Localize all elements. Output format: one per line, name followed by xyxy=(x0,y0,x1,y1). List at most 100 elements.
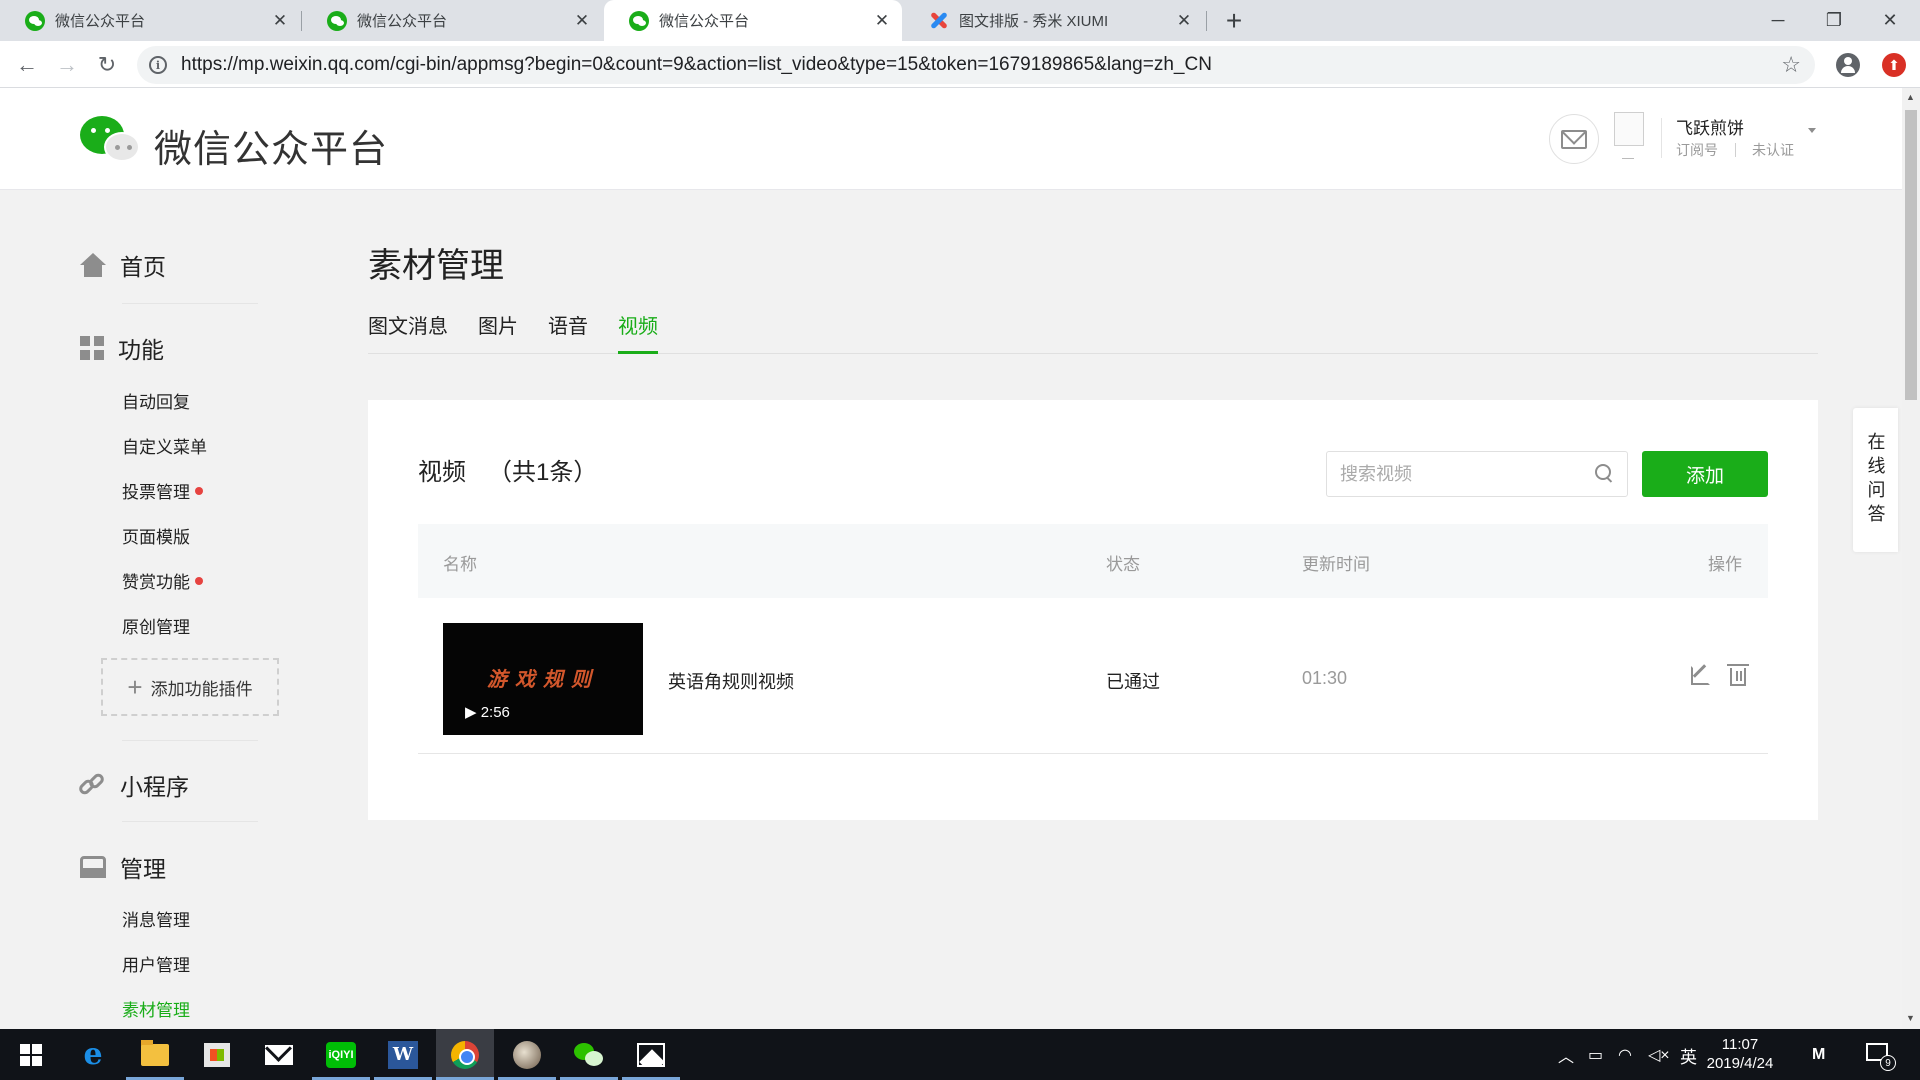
system-clock[interactable]: 11:07 2019/4/24 xyxy=(1700,1035,1780,1073)
taskbar-edge[interactable]: e xyxy=(64,1029,122,1080)
search-icon[interactable] xyxy=(1595,464,1613,482)
taskbar-word[interactable]: W xyxy=(374,1029,432,1080)
sidebar-item-custom-menu[interactable]: 自定义菜单 xyxy=(122,433,207,458)
page-title: 素材管理 xyxy=(368,247,504,285)
iqiyi-icon: iQIYI xyxy=(326,1041,356,1068)
sidebar-item-rewards[interactable]: 赞赏功能 xyxy=(122,568,203,593)
wechat-logo-icon[interactable] xyxy=(80,116,142,166)
taskbar-iqiyi[interactable]: iQIYI xyxy=(312,1029,370,1080)
address-bar[interactable]: i https://mp.weixin.qq.com/cgi-bin/appms… xyxy=(137,46,1815,84)
sidebar-item-label: 用户管理 xyxy=(122,956,190,975)
maximize-button[interactable]: ❐ xyxy=(1806,0,1862,41)
message-button[interactable] xyxy=(1549,114,1599,164)
sidebar-item-auto-reply[interactable]: 自动回复 xyxy=(122,388,190,413)
column-header-actions: 操作 xyxy=(1708,555,1742,574)
browser-tab-3-active[interactable]: 微信公众平台 ✕ xyxy=(604,0,902,41)
divider xyxy=(1622,158,1634,159)
taskbar-store[interactable] xyxy=(188,1029,246,1080)
battery-icon[interactable]: ▭ xyxy=(1588,1029,1603,1080)
link-icon xyxy=(76,771,107,798)
volume-muted-icon[interactable]: ◁× xyxy=(1648,1029,1670,1080)
video-list-card: 视频 （共1条） 添加 名称 状态 更新时间 操作 游戏规则 ▶ 2:56 英语… xyxy=(368,400,1818,820)
profile-icon[interactable] xyxy=(1836,53,1860,77)
browser-tab-2[interactable]: 微信公众平台 ✕ xyxy=(302,0,602,41)
close-tab-icon[interactable]: ✕ xyxy=(572,11,592,31)
taskbar-chrome[interactable] xyxy=(436,1029,494,1080)
page-scrollbar[interactable]: ▲ ▼ xyxy=(1902,88,1920,1029)
sidebar-item-label: 原创管理 xyxy=(122,618,190,637)
tab-articles[interactable]: 图文消息 xyxy=(368,310,448,354)
sidebar-item-originals[interactable]: 原创管理 xyxy=(122,613,190,638)
sidebar-item-voting[interactable]: 投票管理 xyxy=(122,478,203,503)
close-tab-icon[interactable]: ✕ xyxy=(872,11,892,31)
section-count: （共1条） xyxy=(488,459,598,486)
back-button[interactable]: ← xyxy=(11,49,43,81)
tab-images[interactable]: 图片 xyxy=(478,310,518,354)
account-dropdown-icon[interactable] xyxy=(1808,128,1816,133)
sidebar-item-materials[interactable]: 素材管理 xyxy=(122,996,190,1021)
scrollbar-thumb[interactable] xyxy=(1905,110,1917,400)
extension-icon[interactable]: ⬆ xyxy=(1882,53,1906,77)
table-header: 名称 状态 更新时间 操作 xyxy=(418,524,1768,598)
taskbar-photo-app[interactable] xyxy=(498,1029,556,1080)
video-thumbnail[interactable]: 游戏规则 ▶ 2:56 xyxy=(443,623,643,735)
scroll-up-icon[interactable]: ▲ xyxy=(1906,92,1915,102)
input-method-indicator[interactable]: 英 xyxy=(1680,1043,1697,1068)
wechat-favicon-icon xyxy=(25,10,45,31)
wechat-favicon-icon xyxy=(629,10,649,31)
wifi-icon[interactable]: ◠ xyxy=(1618,1029,1632,1080)
tab-audio[interactable]: 语音 xyxy=(548,310,588,354)
sidebar-group-label: 首页 xyxy=(120,254,166,280)
reload-button[interactable]: ↻ xyxy=(91,49,123,81)
add-plugin-button[interactable]: + 添加功能插件 xyxy=(101,658,279,716)
new-tab-button[interactable]: + xyxy=(1219,5,1249,36)
delete-icon[interactable] xyxy=(1727,664,1749,686)
notification-dot xyxy=(195,486,203,495)
table-row: 游戏规则 ▶ 2:56 英语角规则视频 已通过 01:30 xyxy=(418,598,1768,754)
account-name[interactable]: 飞跃煎饼 xyxy=(1676,114,1744,139)
minimize-button[interactable]: ─ xyxy=(1750,0,1806,41)
taskbar-file-explorer[interactable] xyxy=(126,1029,184,1080)
notification-count: 9 xyxy=(1880,1055,1896,1071)
tab-video[interactable]: 视频 xyxy=(618,310,658,354)
sidebar-item-label: 自动回复 xyxy=(122,393,190,412)
plus-icon: + xyxy=(127,671,143,702)
sidebar-item-users[interactable]: 用户管理 xyxy=(122,951,190,976)
clock-date: 2019/4/24 xyxy=(1706,1055,1774,1072)
home-icon xyxy=(80,253,106,277)
url-text[interactable]: https://mp.weixin.qq.com/cgi-bin/appmsg?… xyxy=(181,54,1212,76)
taskbar-mail[interactable] xyxy=(250,1029,308,1080)
folder-icon xyxy=(141,1039,169,1066)
forward-button[interactable]: → xyxy=(51,49,83,81)
wechat-favicon-icon xyxy=(327,10,347,31)
windows-taskbar: e iQIYI W ︿ ▭ ◠ ◁× 英 11:07 2019/4/24 M 9 xyxy=(0,1029,1920,1080)
start-button[interactable] xyxy=(2,1029,60,1080)
scroll-down-icon[interactable]: ▼ xyxy=(1906,1013,1915,1023)
sidebar-item-label: 素材管理 xyxy=(122,1001,190,1020)
grid-icon xyxy=(80,336,104,360)
close-tab-icon[interactable]: ✕ xyxy=(270,11,290,31)
sidebar-item-messages[interactable]: 消息管理 xyxy=(122,906,190,931)
tab-title: 微信公众平台 xyxy=(357,13,448,30)
video-name[interactable]: 英语角规则视频 xyxy=(668,668,794,694)
tray-chevron-icon[interactable]: ︿ xyxy=(1558,1029,1574,1080)
taskbar-photos[interactable] xyxy=(622,1029,680,1080)
ime-toolbar-icon[interactable]: M xyxy=(1812,1029,1825,1080)
window-close-button[interactable]: ✕ xyxy=(1862,0,1918,41)
add-video-button[interactable]: 添加 xyxy=(1642,451,1768,497)
online-qa-tab[interactable]: 在线问答 xyxy=(1853,408,1898,552)
platform-title[interactable]: 微信公众平台 xyxy=(154,118,388,173)
sidebar-item-page-templates[interactable]: 页面模版 xyxy=(122,523,190,548)
sidebar-item-home[interactable]: 首页 xyxy=(80,248,166,282)
taskbar-wechat[interactable] xyxy=(560,1029,618,1080)
avatar[interactable] xyxy=(1614,112,1644,146)
edit-icon[interactable] xyxy=(1691,666,1710,685)
close-tab-icon[interactable]: ✕ xyxy=(1174,11,1194,31)
search-input[interactable] xyxy=(1327,452,1587,496)
sidebar-item-mini-program[interactable]: 小程序 xyxy=(76,768,189,802)
browser-tab-4[interactable]: 图文排版 - 秀米 XIUMI ✕ xyxy=(904,0,1204,41)
site-info-icon[interactable]: i xyxy=(149,56,167,74)
divider xyxy=(1661,118,1662,158)
bookmark-star-icon[interactable]: ☆ xyxy=(1781,52,1801,78)
browser-tab-1[interactable]: 微信公众平台 ✕ xyxy=(0,0,300,41)
